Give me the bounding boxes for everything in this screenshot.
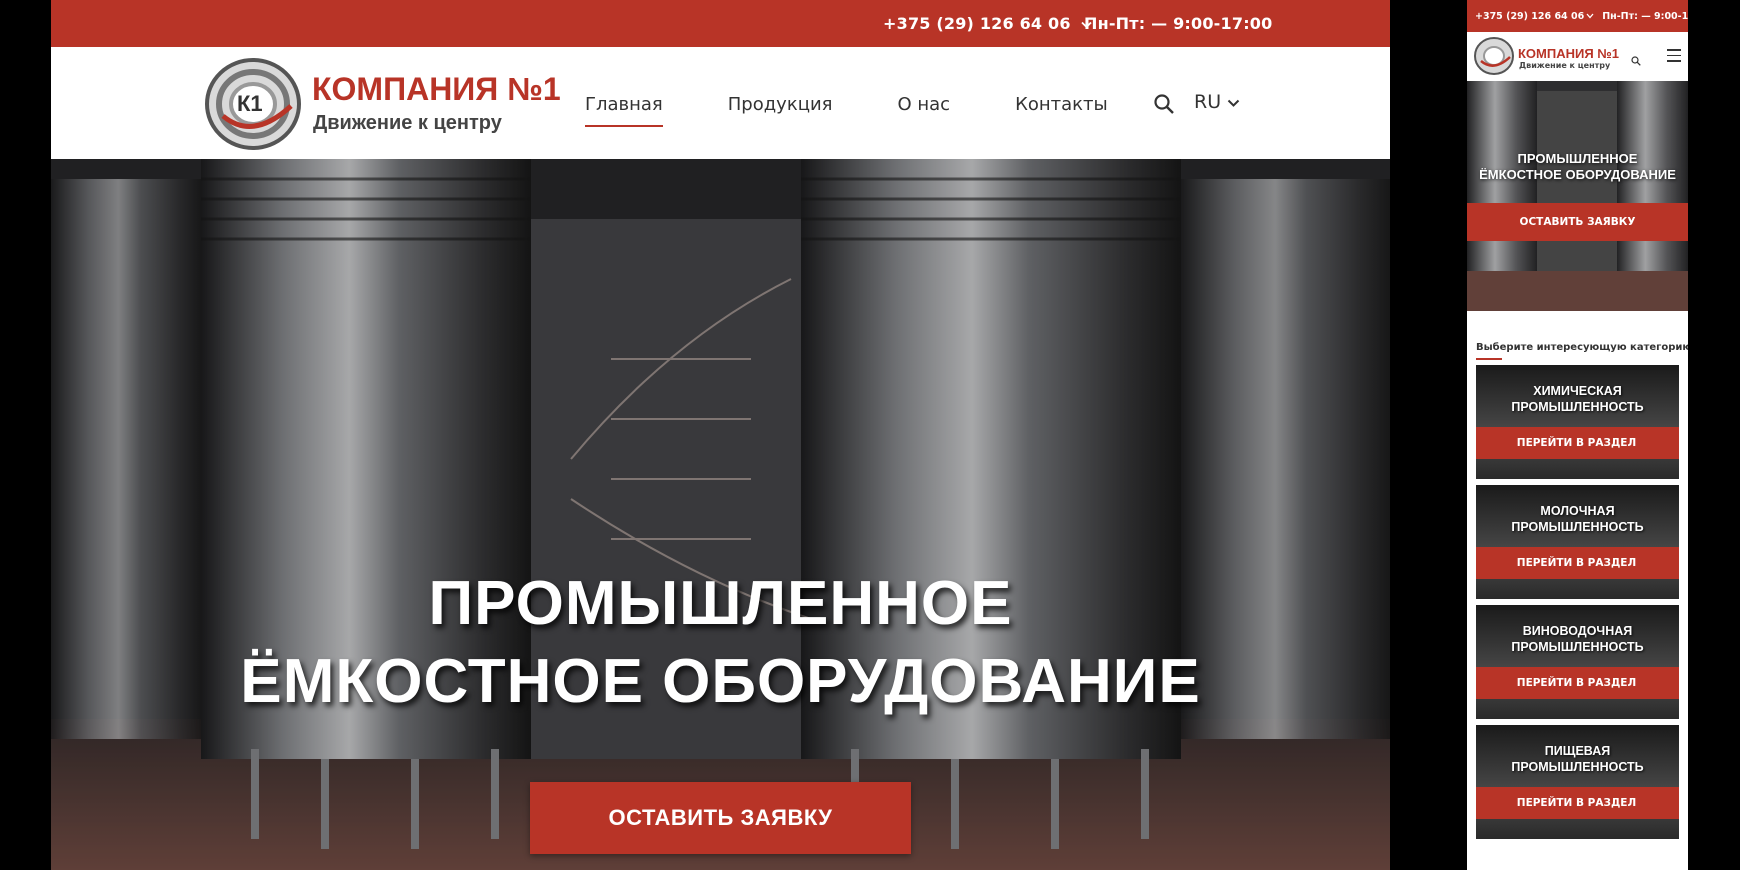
nav-home[interactable]: Главная: [585, 94, 663, 127]
mobile-logo-tagline: Движение к центру: [1519, 61, 1611, 70]
logo[interactable]: К1 КОМПАНИЯ №1 Движение к центру: [203, 56, 561, 152]
hero-title: ПРОМЫШЛЕННОЕ ЁМКОСТНОЕ ОБОРУДОВАНИЕ: [240, 569, 1201, 716]
category-button[interactable]: ПЕРЕЙТИ В РАЗДЕЛ: [1476, 667, 1679, 699]
mobile-work-hours: Пн-Пт: — 9:00-17:00: [1602, 10, 1688, 22]
chevron-down-icon: [1584, 11, 1594, 22]
category-title: ПИЩЕВАЯ ПРОМЫШЛЕННОСТЬ: [1511, 744, 1644, 774]
mobile-header: КОМПАНИЯ №1 Движение к центру: [1467, 32, 1688, 81]
logo-icon: К1: [205, 58, 301, 150]
logo-name: КОМПАНИЯ №1: [312, 71, 561, 107]
mobile-hero-background-image: [1467, 81, 1688, 311]
category-button[interactable]: ПЕРЕЙТИ В РАЗДЕЛ: [1476, 787, 1679, 819]
work-hours: Пн-Пт: — 9:00-17:00: [1084, 14, 1273, 33]
mobile-logo[interactable]: КОМПАНИЯ №1 Движение к центру: [1473, 36, 1623, 76]
category-title: ХИМИЧЕСКАЯ ПРОМЫШЛЕННОСТЬ: [1511, 384, 1644, 414]
mobile-request-button[interactable]: ОСТАВИТЬ ЗАЯВКУ: [1467, 203, 1688, 241]
search-icon[interactable]: [1631, 51, 1641, 70]
mobile-site: +375 (29) 126 64 06 Пн-Пт: — 9:00-17:00 …: [1467, 0, 1688, 870]
nav-about[interactable]: О нас: [897, 94, 950, 125]
mobile-hero-title: ПРОМЫШЛЕННОЕ ЁМКОСТНОЕ ОБОРУДОВАНИЕ: [1479, 151, 1676, 182]
menu-icon[interactable]: [1667, 49, 1681, 63]
logo-icon: [1474, 37, 1514, 75]
logo-badge: К1: [237, 91, 263, 116]
language-label: RU: [1194, 91, 1222, 113]
mobile-hero-banner: ПРОМЫШЛЕННОЕ ЁМКОСТНОЕ ОБОРУДОВАНИЕ ОСТА…: [1467, 81, 1688, 311]
desktop-site: +375 (29) 126 64 06 Пн-Пт: — 9:00-17:00 …: [51, 0, 1390, 870]
search-icon[interactable]: [1153, 93, 1177, 117]
mobile-top-bar: +375 (29) 126 64 06 Пн-Пт: — 9:00-17:00: [1467, 0, 1688, 32]
mobile-phone-number[interactable]: +375 (29) 126 64 06: [1475, 11, 1584, 22]
hero-banner: ПРОМЫШЛЕННОЕ ЁМКОСТНОЕ ОБОРУДОВАНИЕ ОСТА…: [51, 159, 1390, 870]
main-nav: Главная Продукция О нас Контакты: [585, 94, 1173, 127]
site-header: К1 КОМПАНИЯ №1 Движение к центру Главная…: [51, 47, 1390, 159]
category-button[interactable]: ПЕРЕЙТИ В РАЗДЕЛ: [1476, 427, 1679, 459]
language-dropdown[interactable]: RU: [1194, 91, 1240, 113]
category-button[interactable]: ПЕРЕЙТИ В РАЗДЕЛ: [1476, 547, 1679, 579]
category-list: ХИМИЧЕСКАЯ ПРОМЫШЛЕННОСТЬ ПЕРЕЙТИ В РАЗД…: [1476, 365, 1679, 845]
heading-underline: [1476, 358, 1502, 360]
category-card-dairy: МОЛОЧНАЯ ПРОМЫШЛЕННОСТЬ ПЕРЕЙТИ В РАЗДЕЛ: [1476, 485, 1679, 599]
request-button[interactable]: ОСТАВИТЬ ЗАЯВКУ: [530, 782, 911, 854]
phone-dropdown[interactable]: +375 (29) 126 64 06: [883, 14, 1092, 33]
categories-heading: Выберите интересующую категорию: [1476, 342, 1688, 353]
nav-contacts[interactable]: Контакты: [1015, 94, 1108, 125]
category-card-food: ПИЩЕВАЯ ПРОМЫШЛЕННОСТЬ ПЕРЕЙТИ В РАЗДЕЛ: [1476, 725, 1679, 839]
top-bar: +375 (29) 126 64 06 Пн-Пт: — 9:00-17:00: [51, 0, 1390, 47]
category-title: ВИНОВОДОЧНАЯ ПРОМЫШЛЕННОСТЬ: [1511, 624, 1644, 654]
category-title: МОЛОЧНАЯ ПРОМЫШЛЕННОСТЬ: [1511, 504, 1644, 534]
category-card-chemical: ХИМИЧЕСКАЯ ПРОМЫШЛЕННОСТЬ ПЕРЕЙТИ В РАЗД…: [1476, 365, 1679, 479]
chevron-down-icon: [1227, 91, 1240, 113]
phone-number: +375 (29) 126 64 06: [883, 14, 1071, 33]
logo-tagline: Движение к центру: [313, 112, 502, 134]
hero-background-image: [51, 159, 1390, 870]
category-card-winery: ВИНОВОДОЧНАЯ ПРОМЫШЛЕННОСТЬ ПЕРЕЙТИ В РА…: [1476, 605, 1679, 719]
nav-products[interactable]: Продукция: [728, 94, 833, 125]
mobile-logo-name: КОМПАНИЯ №1: [1518, 46, 1620, 61]
